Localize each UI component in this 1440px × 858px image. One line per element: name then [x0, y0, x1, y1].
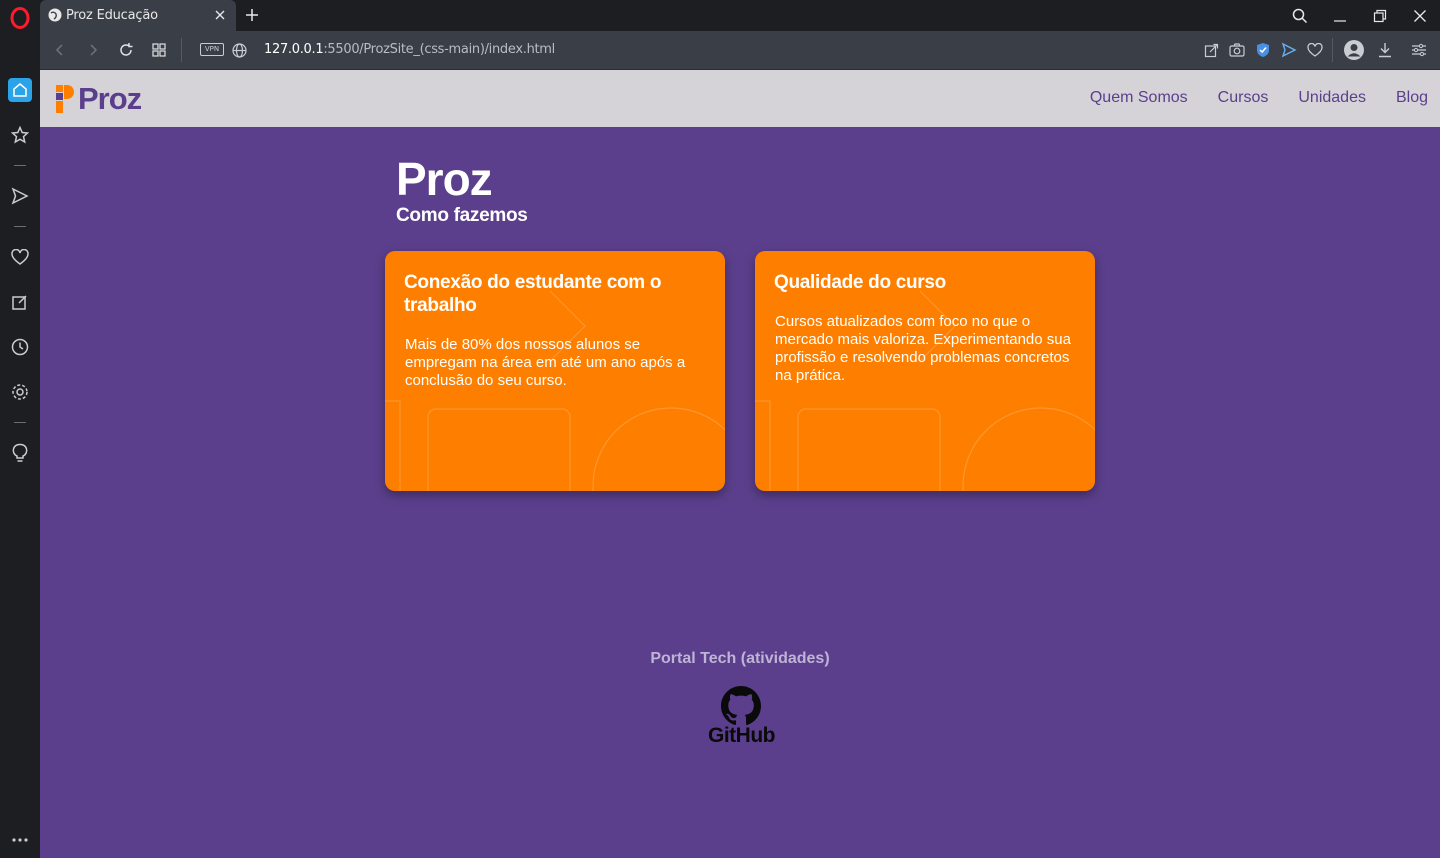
menu-item-unidades[interactable]: Unidades [1298, 89, 1366, 107]
tab-title: Proz Educação [66, 8, 158, 23]
camera-icon[interactable] [1228, 41, 1246, 59]
edit-icon[interactable] [8, 290, 32, 314]
hero-subtitle: Como fazemos [396, 205, 528, 226]
menu-item-quem-somos[interactable]: Quem Somos [1090, 89, 1188, 107]
browser-sidebar [0, 0, 40, 858]
send-icon[interactable] [1280, 41, 1298, 59]
tabs-grid-icon[interactable] [149, 40, 169, 60]
close-icon[interactable] [212, 7, 228, 23]
url-path: :5500/ProzSite_(css-main)/index.html [323, 42, 555, 57]
url-host: 127.0.0.1 [264, 42, 324, 57]
more-icon[interactable] [8, 828, 32, 852]
github-wordmark: GitHub [708, 724, 775, 747]
card-title: Conexão do estudante com o trabalho [404, 272, 662, 316]
github-link[interactable]: GitHub [708, 686, 775, 748]
shield-icon[interactable] [1254, 41, 1272, 59]
send-icon[interactable] [8, 184, 32, 208]
logo-text: Proz [78, 81, 142, 116]
back-icon[interactable] [50, 40, 70, 60]
download-icon[interactable] [1376, 41, 1394, 59]
reload-icon[interactable] [116, 40, 136, 60]
vpn-badge[interactable]: VPN [200, 43, 224, 56]
easy-setup-icon[interactable] [1410, 41, 1428, 59]
card-title: Qualidade do curso [774, 272, 946, 293]
card-conexao: Conexão do estudante com o trabalho Mais… [385, 251, 725, 491]
search-tabs-icon[interactable] [1289, 5, 1311, 27]
divider [181, 38, 182, 62]
tab-strip: Proz Educação [40, 0, 1440, 31]
portal-tech-link[interactable]: Portal Tech (atividades) [40, 650, 1440, 668]
opera-logo-icon[interactable] [8, 6, 32, 30]
divider [1332, 38, 1333, 62]
minimize-icon[interactable] [1329, 5, 1351, 27]
heart-icon[interactable] [8, 245, 32, 269]
star-icon[interactable] [8, 123, 32, 147]
menu-item-cursos[interactable]: Cursos [1218, 89, 1269, 107]
site-header: Proz Quem Somos Cursos Unidades Blog [40, 70, 1440, 127]
url-field[interactable]: 127.0.0.1:5500/ProzSite_(css-main)/index… [264, 42, 555, 57]
card-text: Mais de 80% dos nossos alunos se emprega… [405, 336, 686, 389]
new-tab-icon[interactable] [243, 6, 261, 24]
main-menu: Quem Somos Cursos Unidades Blog [1090, 89, 1440, 107]
tab-active[interactable]: Proz Educação [40, 0, 236, 31]
hero-title: Proz [396, 153, 493, 205]
heart-icon[interactable] [1306, 41, 1324, 59]
card-text: Cursos atualizados com foco no que o mer… [775, 313, 1071, 384]
restore-icon[interactable] [1369, 5, 1391, 27]
close-window-icon[interactable] [1409, 5, 1431, 27]
github-icon [721, 686, 761, 726]
share-icon[interactable] [1202, 41, 1220, 59]
sidebar-separator [14, 226, 26, 227]
menu-item-blog[interactable]: Blog [1396, 89, 1428, 107]
globe-icon[interactable] [229, 40, 249, 60]
globe-icon [48, 8, 62, 22]
card-qualidade: Qualidade do curso Cursos atualizados co… [755, 251, 1095, 491]
forward-icon[interactable] [83, 40, 103, 60]
address-bar-row: VPN 127.0.0.1:5500/ProzSite_(css-main)/i… [40, 31, 1440, 70]
sidebar-separator [14, 165, 26, 166]
proz-logo-icon [56, 85, 74, 113]
settings-icon[interactable] [8, 380, 32, 404]
history-icon[interactable] [8, 335, 32, 359]
sidebar-separator [14, 422, 26, 423]
profile-icon[interactable] [1343, 39, 1365, 61]
proz-logo[interactable]: Proz [54, 81, 142, 116]
page-viewport: Proz Quem Somos Cursos Unidades Blog Pro… [40, 70, 1440, 858]
home-icon[interactable] [8, 78, 32, 102]
lightbulb-icon[interactable] [8, 441, 32, 465]
